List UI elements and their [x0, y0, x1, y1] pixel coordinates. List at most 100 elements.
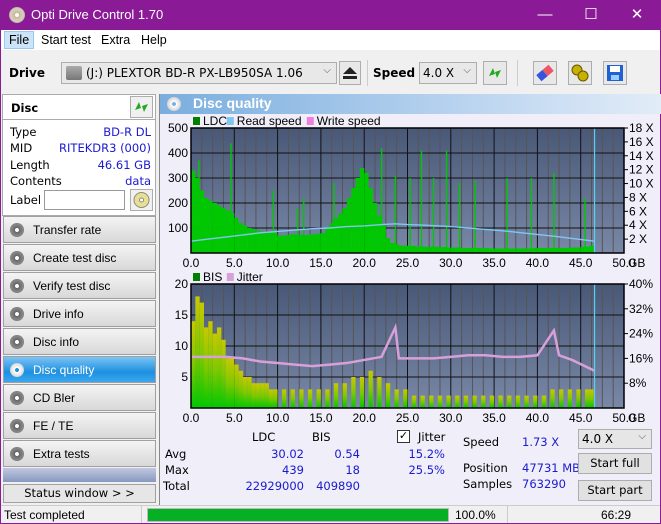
y-left-tick-label: 400: [168, 146, 188, 160]
bar-bis: [290, 389, 295, 408]
nav-create-test-disc[interactable]: Create test disc: [3, 244, 156, 271]
bar-ldc: [281, 235, 287, 253]
jitter-checkbox[interactable]: ✓: [397, 430, 410, 443]
legend-swatch: [226, 117, 234, 125]
label-input[interactable]: [44, 190, 125, 210]
panel-header: Disc quality: [160, 94, 661, 114]
bar-ldc: [572, 247, 577, 253]
bar-ldc: [316, 233, 321, 253]
ldc-header: LDC: [252, 430, 276, 444]
start-part-button[interactable]: Start part: [578, 480, 652, 501]
bar-ldc: [290, 234, 295, 253]
bar-bis: [229, 358, 235, 408]
x-tick-label: 15.0: [309, 256, 333, 270]
nav-fe-te[interactable]: FE / TE: [3, 412, 156, 439]
y-right-tick-label: 18 X: [629, 121, 654, 135]
bar-ldc: [364, 173, 369, 253]
label-disc-button[interactable]: [130, 189, 153, 211]
jitter-avg: 15.2%: [408, 447, 445, 461]
bar-bis: [242, 377, 248, 408]
chevron-down-icon: ⌵: [638, 431, 646, 442]
bar-ldc-spikes: [584, 198, 586, 253]
x-tick-label: 30.0: [439, 256, 463, 270]
bar-bis: [234, 364, 239, 408]
start-full-button[interactable]: Start full: [578, 453, 652, 474]
bar-ldc: [385, 238, 391, 253]
nav-verify-test-disc[interactable]: Verify test disc: [3, 272, 156, 299]
eject-button[interactable]: [339, 61, 361, 85]
y-right-tick-label: 16 X: [629, 135, 654, 149]
ldc-total: 22929000: [245, 479, 304, 493]
bar-bis: [437, 395, 443, 408]
save-icon: [607, 65, 623, 81]
bar-ldc: [398, 245, 404, 253]
toolbar: Drive (J:) PLEXTOR BD-R PX-LB950SA 1.06 …: [1, 50, 660, 94]
bar-bis: [455, 395, 460, 408]
bar-ldc: [221, 208, 226, 253]
erase-button[interactable]: [533, 61, 557, 85]
bar-bis: [273, 389, 278, 408]
menu-extra[interactable]: Extra: [97, 32, 134, 48]
refresh-icon: [489, 68, 501, 78]
save-button[interactable]: [603, 61, 627, 85]
avg-label: Avg: [165, 447, 187, 461]
bar-bis: [481, 395, 486, 408]
settings-button[interactable]: [568, 61, 592, 85]
drive-select[interactable]: (J:) PLEXTOR BD-R PX-LB950SA 1.06 ⌵: [61, 62, 337, 84]
menu-file[interactable]: File: [4, 31, 35, 49]
bar-bis: [264, 383, 269, 408]
nav-extra-tests[interactable]: Extra tests: [3, 440, 156, 467]
y-right-tick-label: 16%: [629, 351, 653, 365]
disc-icon: [10, 447, 24, 461]
y-right-tick-label: 40%: [629, 277, 653, 291]
close-button[interactable]: ✕: [614, 0, 660, 30]
panel-title: Disc quality: [193, 95, 272, 111]
bar-ldc-spikes: [302, 198, 305, 253]
bar-bis: [446, 395, 451, 408]
chevron-down-icon: ⌵: [323, 65, 331, 76]
bar-bis: [472, 395, 477, 408]
nav-label: FE / TE: [33, 419, 74, 433]
bar-ldc: [359, 168, 365, 253]
nav-transfer-rate[interactable]: Transfer rate: [3, 216, 156, 243]
y-left-tick-label: 500: [168, 121, 188, 135]
menu-start-test[interactable]: Start test: [37, 32, 95, 48]
x-tick-label: 5.0: [226, 256, 243, 270]
x-tick-label: 45.0: [569, 411, 593, 425]
bar-ldc: [351, 188, 356, 253]
nav-cd-bler[interactable]: CD Bler: [3, 384, 156, 411]
nav-drive-info[interactable]: Drive info: [3, 300, 156, 327]
maximize-button[interactable]: ☐: [568, 0, 614, 30]
bar-ldc-spikes: [409, 178, 411, 253]
ldc-max: 439: [282, 463, 304, 477]
type-label: Type: [10, 125, 37, 139]
bar-bis: [251, 383, 256, 408]
bar-ldc-spikes: [380, 148, 383, 253]
test-speed-select[interactable]: 4.0 X ⌵: [578, 429, 652, 449]
x-tick-label: 0.0: [183, 411, 200, 425]
status-window-button[interactable]: Status window > >: [3, 484, 156, 503]
refresh-button[interactable]: [483, 61, 507, 85]
bar-ldc: [424, 246, 430, 253]
bar-bis: [212, 333, 217, 408]
nav-label: Disc info: [33, 335, 80, 349]
bar-ldc: [372, 203, 378, 253]
disc-icon: [10, 419, 24, 433]
bar-ldc-spikes: [272, 190, 275, 253]
disc-refresh-button[interactable]: [130, 96, 153, 118]
speed-select[interactable]: 4.0 X ⌵: [419, 62, 477, 84]
bar-bis: [195, 296, 200, 408]
y-left-tick-label: 15: [175, 308, 189, 322]
bar-ldc: [411, 246, 417, 253]
minimize-button[interactable]: —: [522, 0, 568, 30]
nav-disc-quality[interactable]: Disc quality: [3, 356, 156, 383]
nav-disc-info[interactable]: Disc info: [3, 328, 156, 355]
y-left-tick-label: 300: [168, 171, 188, 185]
bar-ldc: [580, 246, 586, 253]
speed-label: Speed: [463, 435, 500, 449]
bar-ldc: [208, 200, 213, 253]
bar-bis: [255, 383, 261, 408]
menu-help[interactable]: Help: [137, 32, 171, 48]
x-tick-label: 35.0: [482, 256, 506, 270]
bar-bis: [221, 339, 226, 408]
